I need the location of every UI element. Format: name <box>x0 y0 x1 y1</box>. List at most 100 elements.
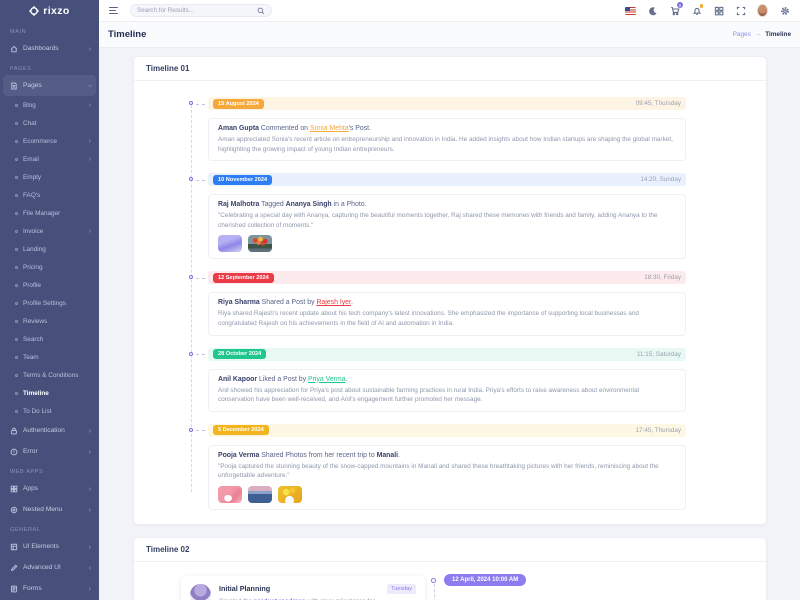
entry-body: "Celebrating a special day with Ananya, … <box>218 211 676 230</box>
timeline-dot-icon <box>189 275 193 279</box>
person-link[interactable]: Sonia Mehta <box>310 125 349 132</box>
sidebar-item-timeline[interactable]: Timeline <box>0 384 99 402</box>
sidebar-item-email[interactable]: Email› <box>0 150 99 168</box>
search-icon[interactable] <box>257 7 265 15</box>
dark-mode-moon-icon[interactable] <box>647 5 658 16</box>
sidebar-item-forms[interactable]: Forms › <box>0 578 99 599</box>
fullscreen-icon[interactable] <box>735 5 746 16</box>
sidebar-item-empty[interactable]: Empty <box>0 168 99 186</box>
sidebar-item-landing[interactable]: Landing <box>0 240 99 258</box>
entry-body: "Pooja captured the stunning beauty of t… <box>218 462 676 481</box>
chevron-down-icon: › <box>86 84 94 87</box>
notifications-bell-icon[interactable] <box>691 5 702 16</box>
chevron-right-icon: › <box>89 228 91 235</box>
sidebar-item-file-manager[interactable]: File Manager <box>0 204 99 222</box>
apps-grid-icon[interactable] <box>713 5 724 16</box>
photo-purple-abstract[interactable] <box>218 235 242 252</box>
search-input[interactable] <box>137 7 257 14</box>
entry-card: Raj Malhotra Tagged Ananya Singh in a Ph… <box>208 194 686 259</box>
photo-tulip-bouquet[interactable] <box>248 235 272 252</box>
entry-title: Raj Malhotra Tagged Ananya Singh in a Ph… <box>218 201 676 208</box>
breadcrumb-pages-link[interactable]: Pages <box>733 31 751 38</box>
sidebar-item-ui-elements[interactable]: UI Elements › <box>0 536 99 557</box>
cart-icon[interactable]: 0 <box>669 5 680 16</box>
chevron-right-icon: › <box>89 564 92 572</box>
user-avatar[interactable] <box>757 5 768 16</box>
timeline-entry: 28 October 2024 11:15, Saturday Anil Kap… <box>208 348 686 412</box>
bullet-icon <box>15 194 18 197</box>
sidebar-item-blog[interactable]: Blog› <box>0 96 99 114</box>
photo-row <box>218 486 676 503</box>
sidebar-item-terms-conditions[interactable]: Terms & Conditions <box>0 366 99 384</box>
sidebar-item-dashboards[interactable]: Dashboards › <box>0 38 99 59</box>
sidebar-item-profile[interactable]: Profile <box>0 276 99 294</box>
sidebar-section-main: MAIN <box>0 22 99 38</box>
entry-date-badge: 12 September 2024 <box>213 273 274 283</box>
sidebar-item-team[interactable]: Team <box>0 348 99 366</box>
sidebar-item-authentication[interactable]: Authentication › <box>0 420 99 441</box>
sidebar-item-invoice[interactable]: Invoice› <box>0 222 99 240</box>
bullet-icon <box>15 212 18 215</box>
entry-body: Anil showed his appreciation for Priya's… <box>218 386 676 405</box>
timeline-01-card: Timeline 01 15 August 2024 09:45, Thursd… <box>133 56 767 525</box>
photo-ocean-horizon[interactable] <box>248 486 272 503</box>
timeline-connector <box>196 104 205 105</box>
entry-title: Pooja Verma Shared Photos from her recen… <box>218 452 676 459</box>
timeline-02-title: Timeline 02 <box>134 538 766 562</box>
sidebar: rixzo MAIN Dashboards › PAGES Pages › Bl… <box>0 0 99 600</box>
bullet-icon <box>15 176 18 179</box>
chevron-right-icon: › <box>89 506 92 514</box>
chevron-right-icon: › <box>89 45 92 53</box>
timeline-axis <box>191 105 192 492</box>
bullet-icon <box>15 266 18 269</box>
entry-title: Anil Kapoor Liked a Post by Priya Verma. <box>218 376 676 383</box>
document-icon <box>10 82 18 90</box>
language-flag-icon[interactable] <box>625 5 636 16</box>
chevron-right-icon: › <box>89 448 92 456</box>
sidebar-item-apps[interactable]: Apps › <box>0 478 99 499</box>
entry-time: 09:45, Thursday <box>636 100 681 107</box>
sidebar-item-error[interactable]: Error › <box>0 441 99 462</box>
sidebar-item-pricing[interactable]: Pricing <box>0 258 99 276</box>
sidebar-item-search[interactable]: Search <box>0 330 99 348</box>
entry-header: 15 August 2024 09:45, Thursday <box>208 97 686 110</box>
timeline-02-item-card: Initial Planning Tuesday Created the pro… <box>181 576 425 600</box>
sidebar-item-ecommerce[interactable]: Ecommerce› <box>0 132 99 150</box>
timeline-dot-icon <box>189 177 193 181</box>
entry-date-badge: 28 October 2024 <box>213 349 266 359</box>
timeline-entry: 15 August 2024 09:45, Thursday Aman Gupt… <box>208 97 686 161</box>
entry-header: 10 November 2024 14:20, Sunday <box>208 173 686 186</box>
form-icon <box>10 585 18 593</box>
person-link[interactable]: Priya Verma <box>308 376 346 383</box>
person-link[interactable]: Rajesh Iyer <box>316 299 350 306</box>
sidebar-item-advanced-ui[interactable]: Advanced UI › <box>0 557 99 578</box>
sidebar-item-reviews[interactable]: Reviews <box>0 312 99 330</box>
brand-logo[interactable]: rixzo <box>0 0 99 22</box>
menu-toggle-icon[interactable] <box>109 7 118 14</box>
sidebar-item-pages[interactable]: Pages › <box>3 75 96 96</box>
pen-icon <box>10 564 18 572</box>
entry-time: 17:45, Thursday <box>636 427 681 434</box>
sidebar-section-web-apps: WEB APPS <box>0 462 99 478</box>
photo-pink-abstract[interactable] <box>218 486 242 503</box>
sidebar-item-nested-menu[interactable]: Nested Menu › <box>0 499 99 520</box>
photo-row <box>218 235 676 252</box>
timeline-dot-icon <box>189 428 193 432</box>
notification-dot <box>700 4 704 8</box>
photo-yellow-tulips[interactable] <box>278 486 302 503</box>
bullet-icon <box>15 158 18 161</box>
bullet-icon <box>15 374 18 377</box>
entry-date-badge: 15 August 2024 <box>213 99 264 109</box>
settings-gear-icon[interactable] <box>779 5 790 16</box>
sidebar-item-profile-settings[interactable]: Profile Settings <box>0 294 99 312</box>
sidebar-item-chat[interactable]: Chat <box>0 114 99 132</box>
page-content: Timeline Pages → Timeline Timeline 01 15… <box>99 22 800 600</box>
chevron-right-icon: › <box>89 102 91 109</box>
sidebar-item-faqs[interactable]: FAQ's <box>0 186 99 204</box>
timestamp-badge: 12 April, 2024 10:00 AM <box>444 574 526 586</box>
timeline-connector <box>196 180 205 181</box>
chevron-right-icon: › <box>89 138 91 145</box>
global-search <box>130 4 272 17</box>
page-title-bar: Timeline Pages → Timeline <box>99 22 800 48</box>
sidebar-item-to-do-list[interactable]: To Do List <box>0 402 99 420</box>
